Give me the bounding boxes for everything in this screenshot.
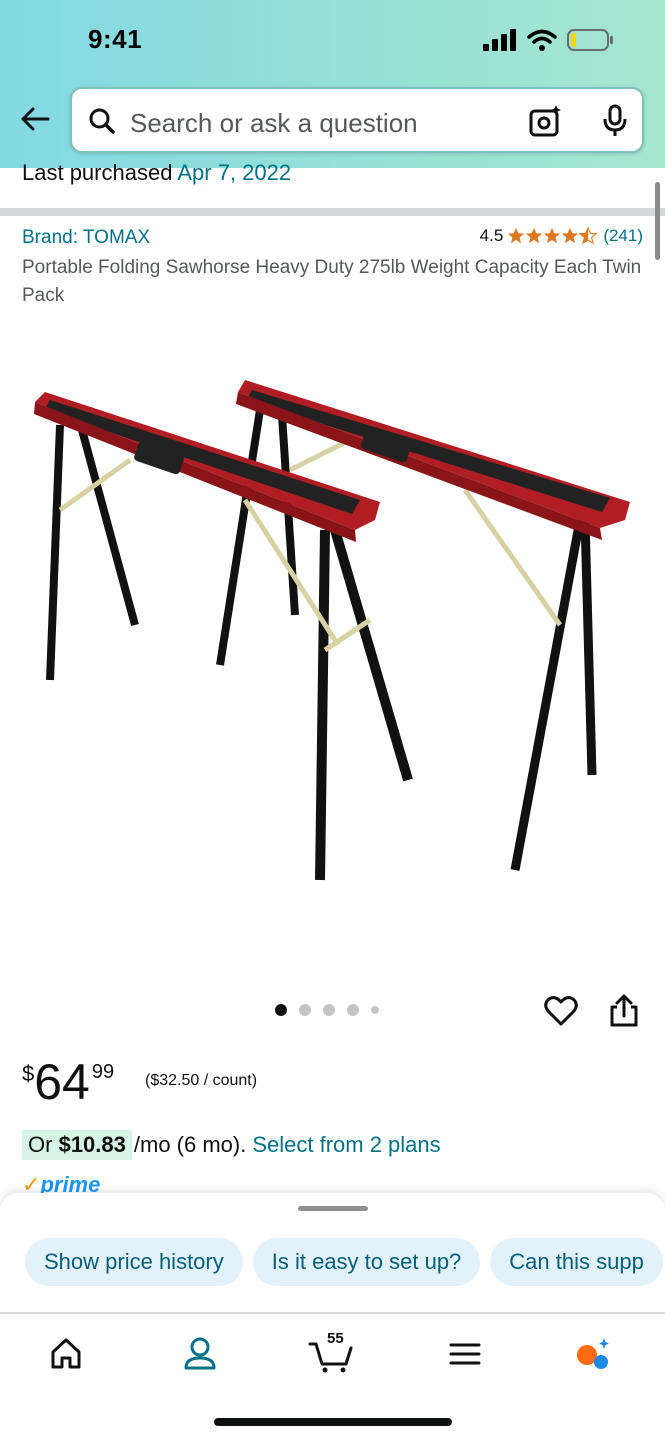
last-purchased: Last purchased Apr 7, 2022 [22,160,291,186]
installment-amount: $10.83 [58,1132,126,1157]
star-icon [508,227,525,244]
section-divider [0,208,665,216]
price-fraction: 99 [91,1061,115,1083]
share-icon[interactable] [608,994,640,1028]
half-star-icon [579,227,598,245]
menu-icon[interactable] [447,1334,483,1374]
star-icon [544,227,561,244]
product-title: Portable Folding Sawhorse Heavy Duty 275… [22,257,642,306]
cart-count-badge: 55 [327,1330,344,1347]
suggestion-chip[interactable]: Show price history [25,1238,243,1286]
last-purchased-date[interactable]: Apr 7, 2022 [177,160,291,185]
carousel-dot[interactable] [299,1004,311,1016]
price: $ 64 99 [22,1055,114,1109]
wifi-icon [527,29,557,51]
star-icon [562,227,579,244]
last-purchased-label: Last purchased [22,160,173,185]
scrollbar[interactable] [655,182,660,260]
search-icon [89,108,115,134]
suggestion-chip[interactable]: Is it easy to set up? [252,1238,481,1286]
installment-offer: Or $10.83 /mo (6 mo). Select from 2 plan… [22,1130,441,1160]
back-arrow-icon[interactable] [18,102,52,136]
status-icons [483,28,615,52]
star-rating [507,227,598,245]
rating-count[interactable]: (241) [603,226,643,246]
signal-icon [483,29,516,51]
rufus-icon[interactable] [574,1334,610,1374]
star-icon [526,227,543,244]
suggestion-chip[interactable]: Can this supp [490,1238,663,1286]
price-whole: 64 [34,1054,90,1110]
home-indicator [214,1418,452,1426]
image-carousel-dots[interactable] [275,1004,379,1016]
search-input[interactable]: Search or ask a question [130,108,418,139]
unit-price: ($32.50 / count) [145,1072,258,1089]
installment-prefix: Or [28,1132,53,1157]
status-time: 9:41 [88,24,143,54]
select-plans-link[interactable]: Select from 2 plans [252,1132,440,1158]
account-icon[interactable] [182,1334,218,1374]
price-symbol: $ [22,1061,35,1086]
microphone-icon[interactable] [600,104,630,138]
rating-value: 4.5 [479,226,504,245]
bottom-sheet: Show price history Is it easy to set up?… [0,1193,665,1440]
app-header: 9:41 Search or ask a question [0,0,665,168]
rating-summary[interactable]: 4.5 (241) [480,226,643,246]
home-icon[interactable] [48,1334,84,1374]
carousel-dot[interactable] [371,1006,379,1014]
product-image[interactable] [20,370,645,890]
suggestion-chips: Show price history Is it easy to set up?… [25,1238,663,1286]
sheet-grabber[interactable] [298,1206,368,1211]
carousel-dot[interactable] [347,1004,359,1016]
carousel-dot[interactable] [323,1004,335,1016]
carousel-dot[interactable] [275,1004,287,1016]
search-bar[interactable]: Search or ask a question [70,87,644,153]
sawhorse-back [216,380,630,871]
installment-highlight: Or $10.83 [22,1130,132,1160]
brand-link[interactable]: Brand: TOMAX [22,227,150,249]
installment-terms: /mo (6 mo). [133,1132,247,1157]
camera-lens-icon[interactable] [528,104,562,138]
battery-icon [567,29,613,51]
heart-icon[interactable] [544,994,578,1028]
